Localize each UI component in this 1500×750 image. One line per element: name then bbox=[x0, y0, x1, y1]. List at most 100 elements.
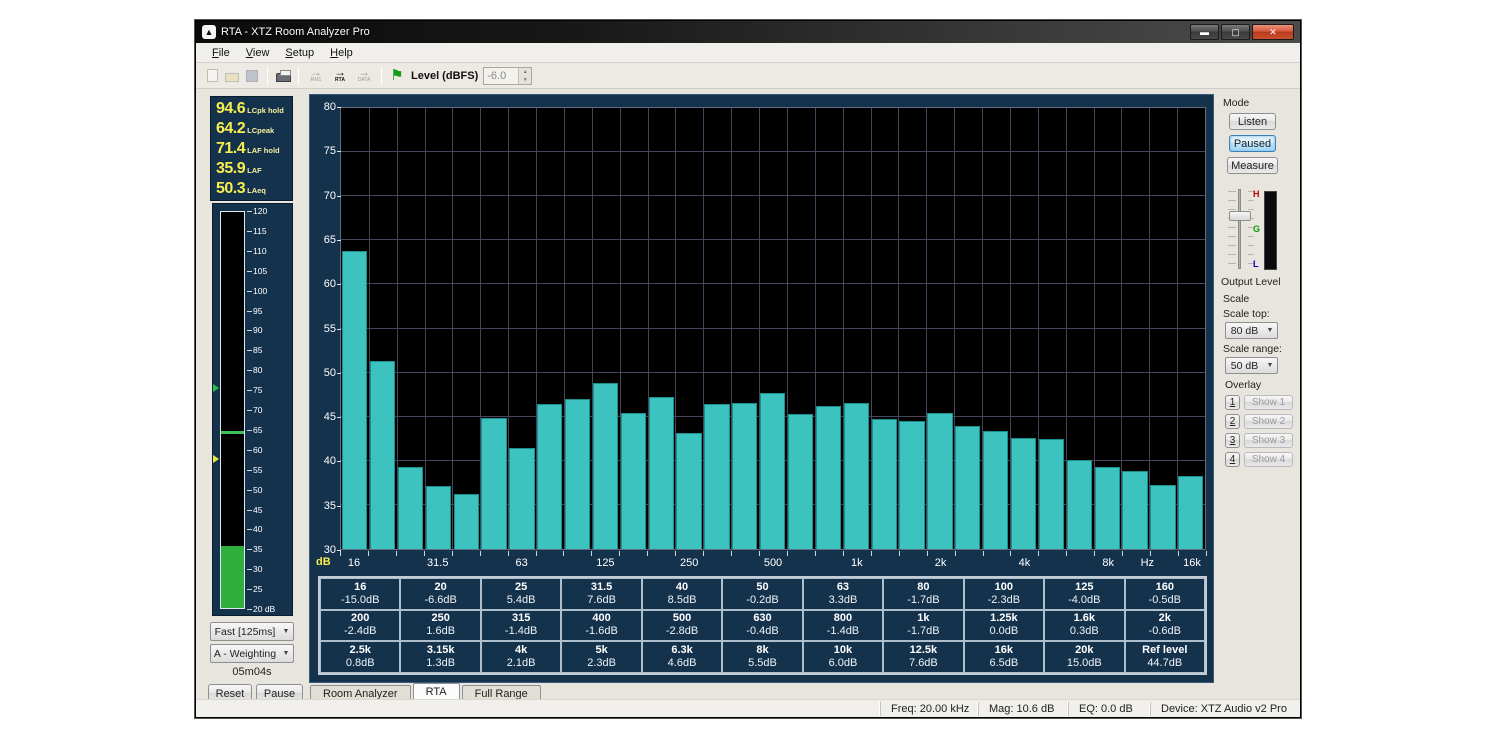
scale-range-dropdown[interactable]: 50 dB ▼ bbox=[1225, 357, 1278, 374]
transfer-rta-button[interactable]: →RTA bbox=[328, 66, 352, 86]
table-cell: 800-1.4dB bbox=[803, 610, 883, 642]
table-cell: 5k2.3dB bbox=[561, 641, 641, 673]
table-cell-frequency: 80 bbox=[917, 581, 929, 594]
close-button[interactable]: ✕ bbox=[1252, 24, 1294, 40]
spin-down-icon[interactable]: ▼ bbox=[519, 76, 531, 84]
level-value[interactable]: -6.0 bbox=[484, 68, 518, 84]
overlay-3-button[interactable]: 3 bbox=[1225, 433, 1240, 448]
x-axis-label-31.5: 31.5 bbox=[427, 557, 448, 569]
y-axis-tick bbox=[337, 506, 341, 507]
open-file-icon[interactable] bbox=[222, 67, 242, 85]
meter-tick bbox=[247, 569, 252, 570]
output-level-slider-track[interactable] bbox=[1238, 189, 1241, 269]
window-title: RTA - XTZ Room Analyzer Pro bbox=[221, 26, 370, 38]
menu-help[interactable]: Help bbox=[322, 45, 361, 61]
menu-bar: FileViewSetupHelp bbox=[196, 43, 1300, 63]
listen-button[interactable]: Listen bbox=[1229, 113, 1276, 130]
transfer-rm1-button[interactable]: →RM1 bbox=[304, 66, 328, 86]
spectrum-bar-12.5k bbox=[1150, 485, 1175, 549]
save-file-icon[interactable] bbox=[242, 67, 262, 85]
x-axis-tick bbox=[619, 551, 620, 556]
print-icon[interactable] bbox=[273, 67, 293, 85]
spin-up-icon[interactable]: ▲ bbox=[519, 68, 531, 76]
menu-file[interactable]: File bbox=[204, 45, 238, 61]
spectrum-bar-16k bbox=[1178, 476, 1203, 549]
output-level-slider-thumb[interactable] bbox=[1229, 211, 1251, 221]
app-icon: ▲ bbox=[202, 25, 216, 39]
table-cell-value: 5.5dB bbox=[748, 657, 777, 670]
measurement-label: LAF bbox=[247, 166, 262, 175]
overlay-2-button[interactable]: 2 bbox=[1225, 414, 1240, 429]
spectrum-bar-10k bbox=[1122, 471, 1147, 549]
table-cell: 6.3k4.6dB bbox=[642, 641, 722, 673]
overlay-show-4-button[interactable]: Show 4 bbox=[1244, 452, 1293, 467]
meter-scale-label: 95 bbox=[253, 306, 289, 316]
level-spinner[interactable]: -6.0 ▲▼ bbox=[483, 67, 532, 85]
spectrum-bar-40 bbox=[454, 494, 479, 549]
maximize-button[interactable]: ▢ bbox=[1221, 24, 1250, 40]
spl-meter-bar bbox=[220, 211, 245, 609]
table-cell-value: 3.3dB bbox=[829, 594, 858, 607]
x-axis-tick bbox=[1150, 551, 1151, 556]
spectrum-bar-250 bbox=[676, 433, 701, 549]
meter-tick bbox=[247, 410, 252, 411]
overlay-4-button[interactable]: 4 bbox=[1225, 452, 1240, 467]
transfer-data-button[interactable]: →DATA bbox=[352, 66, 376, 86]
overlay-show-1-button[interactable]: Show 1 bbox=[1244, 395, 1293, 410]
table-cell: 160-0.5dB bbox=[1125, 578, 1205, 610]
overlay-1-button[interactable]: 1 bbox=[1225, 395, 1240, 410]
table-cell: 630-0.4dB bbox=[722, 610, 802, 642]
new-file-icon[interactable] bbox=[202, 67, 222, 85]
x-axis-tick bbox=[843, 551, 844, 556]
overlay-show-3-button[interactable]: Show 3 bbox=[1244, 433, 1293, 448]
measurement-row: 71.4LAF hold bbox=[216, 140, 292, 160]
menu-setup[interactable]: Setup bbox=[277, 45, 322, 61]
table-cell-frequency: 6.3k bbox=[671, 644, 692, 657]
table-cell-frequency: 2k bbox=[1159, 612, 1171, 625]
table-cell-value: 2.3dB bbox=[587, 657, 616, 670]
response-speed-dropdown[interactable]: Fast [125ms] ▼ bbox=[210, 622, 294, 641]
x-axis-tick bbox=[983, 551, 984, 556]
spectrum-bar-6.3k bbox=[1067, 460, 1092, 549]
table-cell-frequency: 1.6k bbox=[1074, 612, 1095, 625]
table-cell: 633.3dB bbox=[803, 578, 883, 610]
spectrum-bar-160 bbox=[621, 413, 646, 549]
scale-top-dropdown[interactable]: 80 dB ▼ bbox=[1225, 322, 1278, 339]
table-cell-frequency: 25 bbox=[515, 581, 527, 594]
weighting-value: A - Weighting bbox=[211, 648, 279, 660]
spectrum-bar-31.5 bbox=[426, 486, 451, 549]
scale-top-value: 80 dB bbox=[1226, 325, 1263, 337]
spectrum-bar-16 bbox=[342, 251, 367, 549]
spinner-arrows[interactable]: ▲▼ bbox=[518, 68, 531, 84]
weighting-dropdown[interactable]: A - Weighting ▼ bbox=[210, 644, 294, 663]
toolbar: →RM1→RTA→DATA ⚑ Level (dBFS) -6.0 ▲▼ bbox=[196, 63, 1300, 89]
spl-meter-fill bbox=[221, 546, 244, 608]
mode-label: Mode bbox=[1223, 97, 1249, 109]
spectrum-bar-50 bbox=[481, 418, 506, 549]
overlay-show-2-button[interactable]: Show 2 bbox=[1244, 414, 1293, 429]
page-background: ▲ RTA - XTZ Room Analyzer Pro ▬ ▢ ✕ File… bbox=[0, 0, 1500, 750]
x-axis-tick bbox=[703, 551, 704, 556]
x-axis-tick bbox=[1038, 551, 1039, 556]
x-axis-label-4k: 4k bbox=[1019, 557, 1031, 569]
menu-view[interactable]: View bbox=[238, 45, 278, 61]
y-axis-label: 75 bbox=[310, 145, 336, 157]
spectrum-bar-200 bbox=[649, 397, 674, 549]
meter-tick bbox=[247, 589, 252, 590]
signal-flag-icon[interactable]: ⚑ bbox=[387, 67, 407, 85]
y-axis-tick bbox=[337, 284, 341, 285]
x-axis-tick bbox=[340, 551, 341, 556]
table-cell: 408.5dB bbox=[642, 578, 722, 610]
measurement-label: LCpk hold bbox=[247, 106, 284, 115]
table-cell-value: 0.8dB bbox=[346, 657, 375, 670]
table-cell: 400-1.6dB bbox=[561, 610, 641, 642]
meter-scale-label: 105 bbox=[253, 266, 289, 276]
table-cell: 1.25k0.0dB bbox=[964, 610, 1044, 642]
measure-button[interactable]: Measure bbox=[1227, 157, 1278, 174]
table-cell: 31.57.6dB bbox=[561, 578, 641, 610]
minimize-button[interactable]: ▬ bbox=[1190, 24, 1219, 40]
y-axis-label: 70 bbox=[310, 190, 336, 202]
table-cell: 4k2.1dB bbox=[481, 641, 561, 673]
measurement-value: 71.4 bbox=[216, 140, 245, 158]
paused-button[interactable]: Paused bbox=[1229, 135, 1276, 152]
